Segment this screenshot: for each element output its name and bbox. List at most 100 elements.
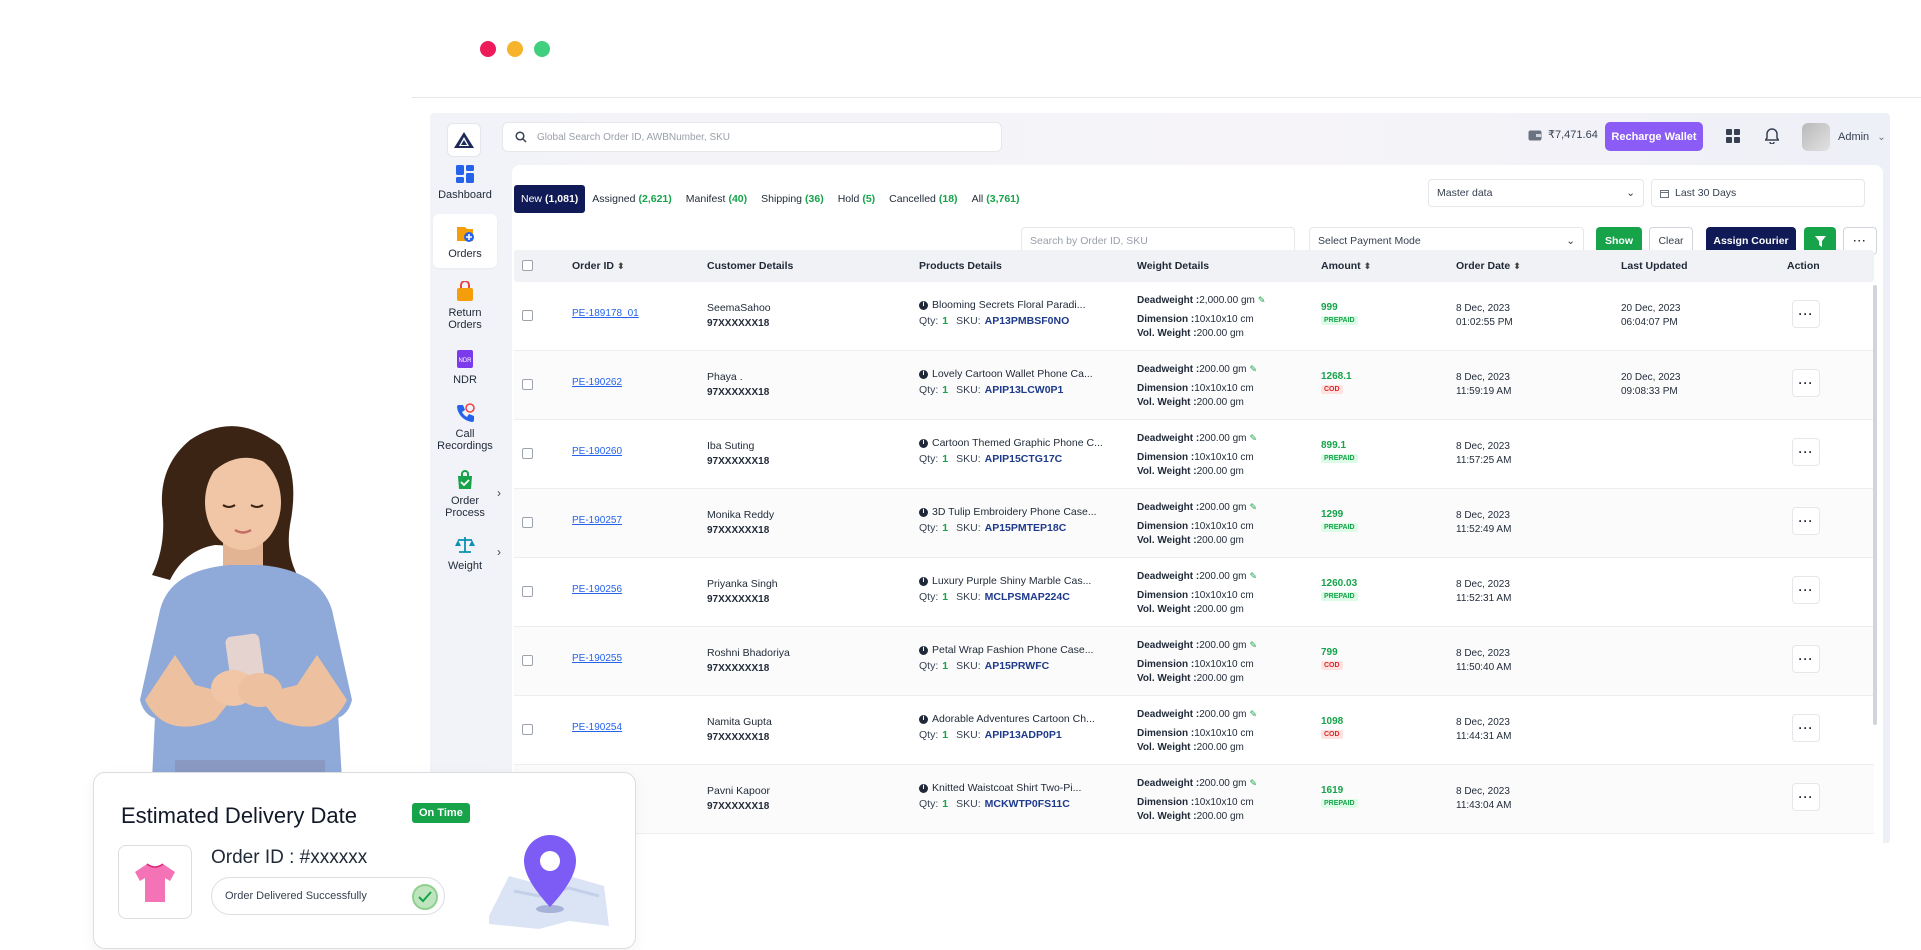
row-checkbox[interactable] (522, 379, 533, 390)
bell-icon[interactable] (1765, 128, 1779, 144)
tab-new[interactable]: New (1,081) (514, 185, 586, 213)
order-id-link[interactable]: PE-189178_01 (572, 308, 639, 319)
edit-pencil-icon[interactable]: ✎ (1250, 571, 1258, 581)
sku-label: SKU: (956, 660, 981, 672)
date-range-picker[interactable]: Last 30 Days (1651, 179, 1865, 207)
order-id-link[interactable]: PE-190257 (572, 515, 622, 526)
info-icon[interactable]: i (919, 783, 928, 793)
apps-grid-icon[interactable] (1726, 129, 1740, 143)
sort-icon: ⬍ (1513, 261, 1521, 271)
close-dot[interactable] (480, 41, 496, 57)
sidebar-item-return-orders[interactable]: Return Orders (433, 281, 497, 331)
order-id-link[interactable]: PE-190260 (572, 446, 622, 457)
tab-hold[interactable]: Hold (5) (831, 185, 882, 213)
customer-name: Phaya . (707, 371, 743, 383)
edit-pencil-icon[interactable]: ✎ (1250, 709, 1258, 719)
sidebar-item-call-recordings[interactable]: Call Recordings (433, 402, 497, 452)
row-action-button[interactable]: ··· (1792, 783, 1820, 811)
customer-name: Namita Gupta (707, 716, 772, 728)
payment-badge: COD (1321, 661, 1343, 670)
col-order-id[interactable]: Order ID ⬍ (572, 260, 625, 272)
info-icon[interactable]: i (919, 369, 928, 379)
tab-count: (36) (805, 193, 824, 205)
amount-cell: 899.1 PREPAID (1321, 440, 1358, 463)
info-icon[interactable]: i (919, 507, 928, 517)
table-row[interactable]: PE-190257 Monika Reddy 97XXXXXX18 i 3D Tulip… (514, 489, 1874, 558)
logo[interactable] (447, 123, 481, 157)
order-id-link[interactable]: PE-190262 (572, 377, 622, 388)
product-details: i Blooming Secrets Floral Paradi... Qty: 1 S… (919, 297, 1085, 329)
order-id-link[interactable]: PE-190255 (572, 653, 622, 664)
scrollbar[interactable] (1873, 285, 1877, 725)
minimize-dot[interactable] (507, 41, 523, 57)
row-checkbox[interactable] (522, 655, 533, 666)
sku-label: SKU: (956, 453, 981, 465)
global-search-input[interactable]: Global Search Order ID, AWBNumber, SKU (502, 122, 1002, 152)
sidebar-item-orders[interactable]: Orders (433, 214, 497, 268)
select-all-checkbox[interactable] (522, 260, 533, 271)
vol-weight-label: Vol. Weight : (1137, 604, 1197, 615)
row-action-button[interactable]: ··· (1792, 507, 1820, 535)
row-checkbox[interactable] (522, 448, 533, 459)
amount-value: 1260.03 (1321, 578, 1358, 589)
row-action-button[interactable]: ··· (1792, 369, 1820, 397)
amount-value: 1299 (1321, 509, 1344, 520)
edit-pencil-icon[interactable]: ✎ (1250, 778, 1258, 788)
weight-details: Deadweight :200.00 gm ✎ Dimension :10x10x1… (1137, 569, 1257, 618)
table-row[interactable]: Pavni Kapoor 97XXXXXX18 i Knitted Waistcoat… (514, 765, 1874, 834)
recharge-wallet-button[interactable]: Recharge Wallet (1605, 122, 1703, 151)
info-icon[interactable]: i (919, 438, 928, 448)
vol-weight-label: Vol. Weight : (1137, 397, 1197, 408)
order-date-time: 11:43:04 AM (1456, 800, 1512, 811)
info-icon[interactable]: i (919, 645, 928, 655)
order-date: 8 Dec, 2023 11:52:31 AM (1456, 578, 1511, 606)
payment-badge: PREPAID (1321, 454, 1358, 463)
wallet-amount: ₹7,471.64 (1548, 129, 1598, 141)
row-checkbox[interactable] (522, 310, 533, 321)
sidebar-item-weight[interactable]: Weight › (433, 534, 501, 572)
edit-pencil-icon[interactable]: ✎ (1250, 640, 1258, 650)
sidebar-item-order-process[interactable]: Order Process › (433, 469, 501, 519)
tab-cancelled[interactable]: Cancelled (18) (882, 185, 964, 213)
tab-shipping[interactable]: Shipping (36) (754, 185, 831, 213)
tab-all[interactable]: All (3,761) (965, 185, 1027, 213)
wallet-balance[interactable]: ₹7,471.64 (1528, 128, 1598, 141)
maximize-dot[interactable] (534, 41, 550, 57)
user-menu[interactable]: Admin ⌄ (1802, 123, 1886, 151)
deadweight-value: 200.00 gm (1199, 433, 1247, 444)
row-action-button[interactable]: ··· (1792, 438, 1820, 466)
edit-pencil-icon[interactable]: ✎ (1250, 502, 1258, 512)
table-row[interactable]: PE-190260 Iba Suting 97XXXXXX18 i Cartoon Th… (514, 420, 1874, 489)
table-row[interactable]: PE-190254 Namita Gupta 97XXXXXX18 i Adorable… (514, 696, 1874, 765)
sidebar-item-ndr[interactable]: NDR NDR (433, 348, 497, 386)
col-order-date[interactable]: Order Date ⬍ (1456, 260, 1521, 272)
sidebar-item-dashboard[interactable]: Dashboard (433, 163, 497, 201)
row-checkbox[interactable] (522, 724, 533, 735)
edit-pencil-icon[interactable]: ✎ (1250, 433, 1258, 443)
tab-assigned[interactable]: Assigned (2,621) (585, 185, 678, 213)
edit-pencil-icon[interactable]: ✎ (1258, 295, 1266, 305)
master-data-select[interactable]: Master data ⌄ (1428, 179, 1644, 207)
row-checkbox[interactable] (522, 517, 533, 528)
col-amount[interactable]: Amount ⬍ (1321, 260, 1371, 272)
row-checkbox[interactable] (522, 586, 533, 597)
row-action-button[interactable]: ··· (1792, 300, 1820, 328)
row-action-button[interactable]: ··· (1792, 714, 1820, 742)
table-row[interactable]: PE-189178_01 SeemaSahoo 97XXXXXX18 i Bloomin… (514, 282, 1874, 351)
tab-manifest[interactable]: Manifest (40) (679, 185, 754, 213)
info-icon[interactable]: i (919, 300, 928, 310)
checkmark-icon (412, 884, 438, 910)
vol-weight-label: Vol. Weight : (1137, 535, 1197, 546)
order-id-link[interactable]: PE-190256 (572, 584, 622, 595)
row-action-button[interactable]: ··· (1792, 576, 1820, 604)
table-row[interactable]: PE-190255 Roshni Bhadoriya 97XXXXXX18 i Peta… (514, 627, 1874, 696)
table-row[interactable]: PE-190256 Priyanka Singh 97XXXXXX18 i Luxury… (514, 558, 1874, 627)
info-icon[interactable]: i (919, 576, 928, 586)
edit-pencil-icon[interactable]: ✎ (1250, 364, 1258, 374)
order-id-link[interactable]: PE-190254 (572, 722, 622, 733)
customer-name: Pavni Kapoor (707, 785, 771, 797)
customer-details: Roshni Bhadoriya 97XXXXXX18 (707, 646, 790, 676)
info-icon[interactable]: i (919, 714, 928, 724)
row-action-button[interactable]: ··· (1792, 645, 1820, 673)
table-row[interactable]: PE-190262 Phaya . 97XXXXXX18 i Lovely Cartoo… (514, 351, 1874, 420)
